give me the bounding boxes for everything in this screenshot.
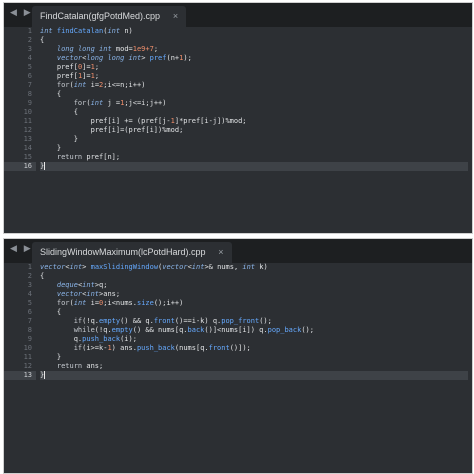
code-line: } [40, 135, 78, 143]
editor-pane-bottom: ◀ ▶ SlidingWindowMaximum(lcPotdHard).cpp… [3, 238, 473, 474]
line-number: 9 [27, 99, 32, 107]
line-number: 5 [27, 299, 32, 307]
tab-bar: ◀ ▶ FindCatalan(gfgPotdMed).cpp × [4, 3, 472, 27]
line-number: 7 [27, 81, 32, 89]
code-area[interactable]: int findCatalan(int n){ long long int mo… [40, 27, 468, 171]
code-line: int findCatalan(int n) [40, 27, 133, 35]
code-line: { [40, 272, 45, 280]
line-number: 11 [23, 117, 32, 125]
code-line: return pref[n]; [56, 153, 121, 161]
code-line: deque<int>q; [56, 281, 108, 289]
tab-bar: ◀ ▶ SlidingWindowMaximum(lcPotdHard).cpp… [4, 239, 472, 263]
tab-title: SlidingWindowMaximum(lcPotdHard).cpp [40, 247, 206, 257]
line-number: 8 [27, 326, 32, 334]
code-line: { [40, 90, 62, 98]
line-number: 6 [27, 72, 32, 80]
code-line: if(!q.empty() && q.front()==i-k) q.pop_f… [73, 317, 272, 325]
code-line: for(int j =1;j<=i;j++) [73, 99, 167, 107]
code-line: pref[1]=1; [40, 72, 100, 80]
line-number: 11 [23, 353, 32, 361]
code-line: } [40, 162, 468, 171]
code-line: } [40, 353, 62, 361]
text-cursor [44, 162, 46, 170]
line-number: 10 [23, 108, 32, 116]
code-line: long long int mod=1e9+7; [56, 45, 159, 53]
line-number: 7 [27, 317, 32, 325]
editor-pane-top: ◀ ▶ FindCatalan(gfgPotdMed).cpp × 123456… [3, 2, 473, 234]
tab-title: FindCatalan(gfgPotdMed).cpp [40, 11, 161, 21]
close-icon[interactable]: × [218, 242, 223, 263]
code-line: pref[i]=(pref[i])%mod; [40, 126, 184, 134]
line-number: 8 [27, 90, 32, 98]
line-number: 13 [23, 135, 32, 143]
tab-navigation-arrows-icon[interactable]: ◀ ▶ [10, 244, 33, 254]
line-number: 16 [4, 162, 36, 171]
line-number: 13 [4, 371, 36, 380]
code-line: for(int i=2;i<=n;i++) [56, 81, 146, 89]
code-line: return ans; [56, 362, 104, 370]
line-number: 6 [27, 308, 32, 316]
line-number: 1 [27, 263, 32, 271]
code-line: } [40, 371, 468, 380]
code-line: while(!q.empty() && nums[q.back()]<nums[… [73, 326, 314, 334]
line-number-gutter: 1 2 3 4 5 6 7 8 9 10 11 12 13 14 15 16 [4, 27, 36, 171]
line-number: 12 [23, 362, 32, 370]
line-number-gutter: 1 2 3 4 5 6 7 8 9 10 11 12 13 [4, 263, 36, 380]
line-number: 3 [27, 45, 32, 53]
line-number: 12 [23, 126, 32, 134]
code-area[interactable]: vector<int> maxSlidingWindow(vector<int>… [40, 263, 468, 380]
code-line: vector<long long int> pref(n+1); [56, 54, 192, 62]
code-line: vector<int> maxSlidingWindow(vector<int>… [40, 263, 268, 271]
code-line: { [40, 108, 78, 116]
line-number: 5 [27, 63, 32, 71]
line-number: 2 [27, 272, 32, 280]
code-line: } [40, 144, 62, 152]
tab-navigation-arrows-icon[interactable]: ◀ ▶ [10, 8, 33, 18]
code-line: { [40, 308, 62, 316]
line-number: 10 [23, 344, 32, 352]
tab-slidingwindowmaximum[interactable]: SlidingWindowMaximum(lcPotdHard).cpp × [32, 242, 232, 263]
code-line: { [40, 36, 45, 44]
code-line: q.push_back(i); [40, 335, 137, 343]
close-icon[interactable]: × [173, 6, 178, 27]
line-number: 4 [27, 54, 32, 62]
line-number: 4 [27, 290, 32, 298]
line-number: 15 [23, 153, 32, 161]
code-line: for(int i=0;i<nums.size();i++) [56, 299, 184, 307]
code-line: vector<int>ans; [56, 290, 121, 298]
line-number: 9 [27, 335, 32, 343]
line-number: 14 [23, 144, 32, 152]
code-line: if(i>=k-1) ans.push_back(nums[q.front()]… [73, 344, 251, 352]
line-number: 1 [27, 27, 32, 35]
code-line: pref[i] += (pref[j-1]*pref[i-j])%mod; [40, 117, 247, 125]
text-cursor [44, 371, 46, 379]
code-line: pref[0]=1; [40, 63, 100, 71]
line-number: 2 [27, 36, 32, 44]
tab-findcatalan[interactable]: FindCatalan(gfgPotdMed).cpp × [32, 6, 187, 27]
line-number: 3 [27, 281, 32, 289]
